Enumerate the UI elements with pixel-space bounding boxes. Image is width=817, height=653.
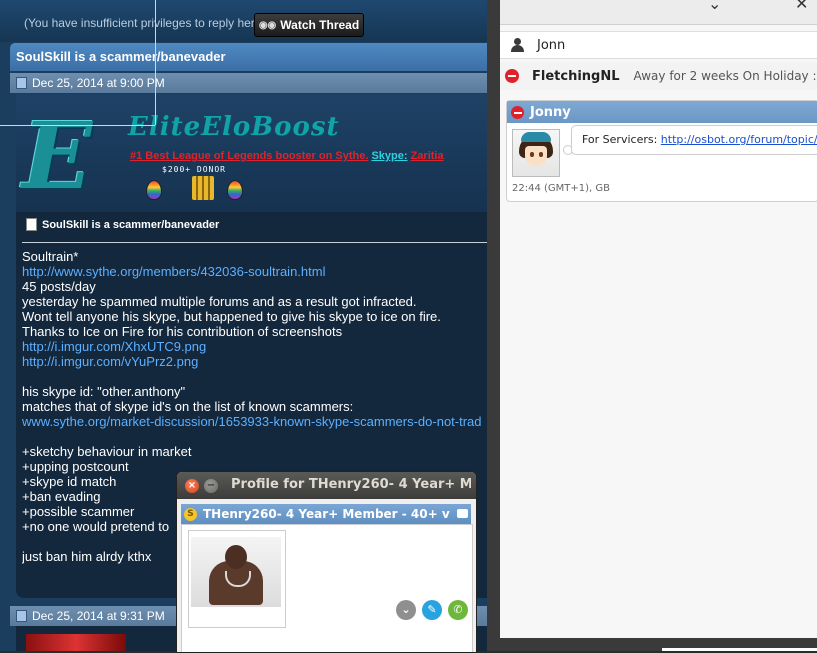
document-icon bbox=[26, 218, 37, 231]
donor-badge-text: $200+ DONOR bbox=[162, 165, 226, 174]
signature-logo-text: EliteEloBoost bbox=[128, 112, 340, 142]
easter-egg-icon bbox=[227, 180, 243, 200]
message-text-line: +sketchy behaviour in market bbox=[22, 444, 192, 459]
chat-toolbar: ⌄ ✕ bbox=[500, 0, 817, 25]
message-link[interactable]: http://i.imgur.com/XhxUTC9.png bbox=[22, 339, 206, 354]
message-text: For Servicers: bbox=[582, 133, 661, 146]
gold-bars-icon bbox=[192, 176, 214, 200]
message-text-line: Wont tell anyone his skype, but happened… bbox=[22, 309, 441, 324]
message-link[interactable]: http://www.sythe.org/members/432036-soul… bbox=[22, 264, 325, 279]
chat-contact-name: FletchingNL bbox=[532, 68, 620, 84]
selection-guide-line bbox=[0, 125, 155, 126]
message-link-line: www.sythe.org/market-discussion/1653933-… bbox=[22, 414, 487, 429]
chat-message: Jonny For Servicers: http://osbot.org/fo… bbox=[506, 100, 817, 202]
video-icon[interactable] bbox=[457, 509, 468, 518]
profile-window-title: Profile for THenry260- 4 Year+ Me bbox=[231, 477, 471, 492]
send-message-button[interactable]: ✎ bbox=[422, 600, 442, 620]
easter-egg-icon bbox=[146, 180, 162, 200]
window-bottom-edge bbox=[487, 638, 817, 651]
glasses-icon: ◉◉ bbox=[258, 19, 277, 31]
profile-titlebar[interactable]: × − Profile for THenry260- 4 Year+ Me bbox=[177, 472, 476, 499]
thread-topbar: (You have insufficient privileges to rep… bbox=[0, 0, 487, 42]
message-link-line: http://i.imgur.com/XhxUTC9.png bbox=[22, 339, 487, 354]
skype-name-link[interactable]: Zaritia bbox=[411, 150, 444, 162]
message-text-line: yesterday he spammed multiple forums and… bbox=[22, 294, 417, 309]
profile-window: × − Profile for THenry260- 4 Year+ Me S … bbox=[176, 471, 477, 653]
more-options-button[interactable]: ⌄ bbox=[396, 600, 416, 620]
message-link-line: http://www.sythe.org/members/432036-soul… bbox=[22, 264, 487, 279]
skype-label: Skype: bbox=[371, 150, 408, 162]
insufficient-privileges-text: (You have insufficient privileges to rep… bbox=[24, 16, 269, 30]
profile-header: S THenry260- 4 Year+ Member - 40+ v bbox=[181, 504, 471, 524]
chat-mood-message: Away for 2 weeks On Holiday : bbox=[633, 69, 817, 83]
contact-name: Jonn bbox=[537, 37, 566, 53]
post-icon bbox=[16, 77, 27, 89]
profile-body: ⌄ ✎ ✆ bbox=[181, 524, 473, 652]
message-title: SoulSkill is a scammer/banevader bbox=[26, 218, 219, 231]
signature-banner bbox=[26, 634, 126, 651]
profile-display-name: THenry260- 4 Year+ Member - 40+ v bbox=[203, 507, 450, 521]
message-text-line: matches that of skype id's on the list o… bbox=[22, 399, 354, 414]
message-link[interactable]: http://osbot.org/forum/topic/ bbox=[661, 133, 817, 146]
message-text-line: 45 posts/day bbox=[22, 279, 96, 294]
booster-link[interactable]: #1 Best League of Legends booster on Syt… bbox=[130, 150, 368, 162]
chat-panel: ⌄ ✕ Jonn FletchingNL Away for 2 weeks On… bbox=[500, 0, 817, 638]
message-header: Jonny bbox=[507, 101, 817, 123]
message-link-line: http://i.imgur.com/vYuPrz2.png bbox=[22, 354, 487, 369]
away-status-icon bbox=[505, 69, 519, 83]
call-button[interactable]: ✆ bbox=[448, 600, 468, 620]
avatar[interactable] bbox=[512, 129, 560, 177]
message-link[interactable]: www.sythe.org/market-discussion/1653933-… bbox=[22, 414, 482, 429]
message-text-line bbox=[22, 369, 487, 384]
watch-thread-button[interactable]: ◉◉ Watch Thread bbox=[254, 13, 364, 37]
close-icon[interactable]: ✕ bbox=[795, 0, 808, 13]
signature-line: #1 Best League of Legends booster on Syt… bbox=[130, 150, 444, 162]
title-divider bbox=[22, 242, 487, 243]
call-icon[interactable]: ⌄ bbox=[708, 0, 721, 13]
elite-e-logo: E bbox=[22, 102, 93, 210]
post-date[interactable]: Dec 25, 2014 at 9:31 PM bbox=[32, 606, 165, 626]
message-timestamp: 22:44 (GMT+1), GB bbox=[512, 183, 610, 194]
post-date[interactable]: Dec 25, 2014 at 9:00 PM bbox=[32, 73, 165, 93]
selection-guide-line bbox=[155, 0, 156, 125]
message-text-line: his skype id: "other.anthony" bbox=[22, 384, 186, 399]
away-status-icon bbox=[511, 105, 524, 119]
message-sender: Jonny bbox=[530, 104, 571, 120]
close-icon[interactable]: × bbox=[185, 479, 199, 493]
message-link[interactable]: http://i.imgur.com/vYuPrz2.png bbox=[22, 354, 198, 369]
person-icon bbox=[511, 38, 527, 52]
thread-title: SoulSkill is a scammer/banevader bbox=[10, 43, 487, 71]
skype-chat-window: ⌄ ✕ Jonn FletchingNL Away for 2 weeks On… bbox=[487, 0, 817, 651]
message-title-text: SoulSkill is a scammer/banevader bbox=[42, 218, 220, 231]
chat-header: FletchingNL Away for 2 weeks On Holiday … bbox=[500, 62, 817, 90]
skype-status-icon: S bbox=[184, 507, 197, 521]
post-icon bbox=[16, 610, 27, 622]
message-bubble: For Servicers: http://osbot.org/forum/to… bbox=[571, 125, 817, 155]
message-text-line bbox=[22, 429, 487, 444]
minimize-icon[interactable]: − bbox=[204, 479, 218, 493]
message-text-line: Soultrain* bbox=[22, 249, 79, 264]
post-header: Dec 25, 2014 at 9:00 PM bbox=[10, 73, 487, 93]
profile-photo bbox=[188, 530, 286, 628]
contact-row[interactable]: Jonn bbox=[500, 31, 817, 59]
watch-thread-label: Watch Thread bbox=[280, 18, 360, 32]
message-text-line: Thanks to Ice on Fire for his contributi… bbox=[22, 324, 343, 339]
